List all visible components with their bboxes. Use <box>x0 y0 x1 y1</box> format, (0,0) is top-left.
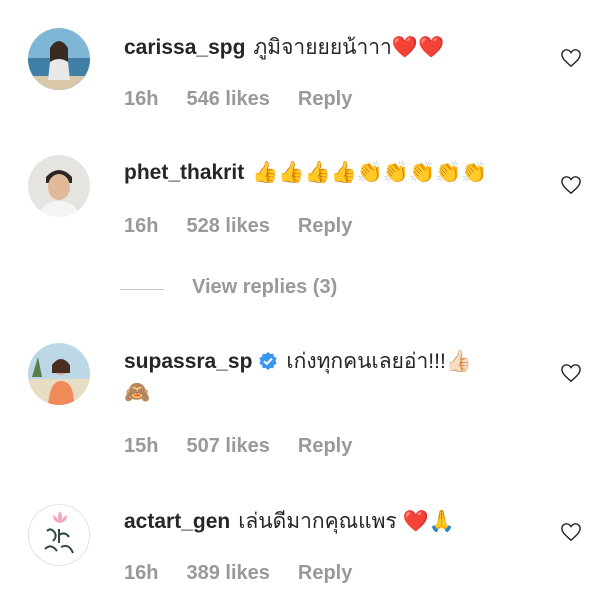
comment-emoji: ❤️🙏 <box>402 509 455 533</box>
comment-text: เก่งทุกคนเลยอ่า!!! <box>286 350 446 373</box>
comment-time[interactable]: 16h <box>124 215 158 237</box>
lotus-logo-avatar-icon <box>29 505 89 565</box>
beach-photo-avatar-icon <box>28 28 90 90</box>
like-heart-icon[interactable] <box>560 48 582 68</box>
comment-emoji: 👍👍👍👍👏👏👏👏👏 <box>252 160 488 184</box>
comment-time[interactable]: 16h <box>124 88 158 110</box>
comment-time[interactable]: 15h <box>124 435 158 457</box>
avatar[interactable] <box>28 28 90 90</box>
username[interactable]: actart_gen <box>124 510 230 533</box>
username[interactable]: phet_thakrit <box>124 161 244 184</box>
comment-meta: 16h 528 likes Reply <box>124 215 380 238</box>
reply-button[interactable]: Reply <box>298 88 352 110</box>
likes-count[interactable]: 528 likes <box>186 215 269 237</box>
comment-text: เล่นดีมากคุณแพร <box>238 510 397 533</box>
comment-emoji: 👍🏻 <box>445 349 472 373</box>
comment-emoji-line2: 🙈 <box>124 380 151 404</box>
username[interactable]: supassra_sp <box>124 350 252 373</box>
verified-badge-icon <box>259 352 278 370</box>
like-heart-icon[interactable] <box>560 175 582 195</box>
like-heart-icon[interactable] <box>560 522 582 542</box>
comment-meta: 16h 389 likes Reply <box>124 562 380 585</box>
comment-text: ภูมิจายยยน้าาา <box>253 36 392 59</box>
divider <box>120 289 164 290</box>
comment-meta: 15h 507 likes Reply <box>124 435 380 458</box>
likes-count[interactable]: 546 likes <box>186 88 269 110</box>
comment-meta: 16h 546 likes Reply <box>124 88 380 111</box>
view-replies-button[interactable]: View replies (3) <box>192 276 337 299</box>
reply-button[interactable]: Reply <box>298 215 352 237</box>
beach-photo-avatar-icon <box>28 343 90 405</box>
reply-button[interactable]: Reply <box>298 435 352 457</box>
avatar[interactable] <box>28 343 90 405</box>
avatar[interactable] <box>28 504 90 566</box>
comment-time[interactable]: 16h <box>124 562 158 584</box>
avatar[interactable] <box>28 155 90 217</box>
portrait-avatar-icon <box>28 155 90 217</box>
reply-button[interactable]: Reply <box>298 562 352 584</box>
comment-emoji: ❤️❤️ <box>391 35 445 59</box>
username[interactable]: carissa_spg <box>124 36 245 59</box>
likes-count[interactable]: 507 likes <box>186 435 269 457</box>
likes-count[interactable]: 389 likes <box>186 562 269 584</box>
like-heart-icon[interactable] <box>560 363 582 383</box>
